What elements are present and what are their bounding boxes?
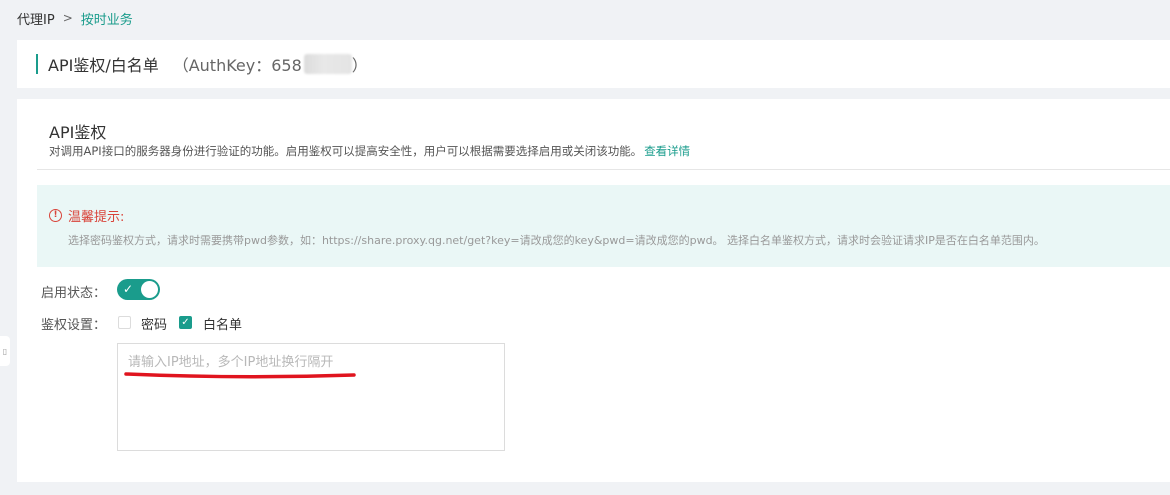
whitelist-checkbox-label[interactable]: 白名单 <box>203 314 242 333</box>
whitelist-checkbox[interactable]: ✓ <box>179 316 192 329</box>
breadcrumb: 代理IP > 按时业务 <box>17 9 133 28</box>
check-icon: ✓ <box>123 282 134 296</box>
section-title: API鉴权 <box>49 123 107 142</box>
tip-title: ! 温馨提示: <box>49 206 124 225</box>
breadcrumb-root-link[interactable]: 代理IP <box>17 9 55 28</box>
status-label: 启用状态： <box>41 286 107 301</box>
tip-text: 选择密码鉴权方式，请求时需要携带pwd参数，如：https://share.pr… <box>68 234 1045 247</box>
breadcrumb-separator: > <box>62 11 73 25</box>
password-checkbox-label[interactable]: 密码 <box>141 314 167 333</box>
page-title: API鉴权/白名单 <box>48 56 159 75</box>
tip-title-text: 温馨提示: <box>68 210 125 225</box>
view-details-link[interactable]: 查看详情 <box>644 144 690 158</box>
authkey-prefix: （AuthKey：658 <box>172 56 302 75</box>
red-underline-annotation <box>124 372 356 379</box>
breadcrumb-current[interactable]: 按时业务 <box>81 9 133 28</box>
status-toggle[interactable]: ✓ <box>117 279 160 300</box>
header-card: API鉴权/白名单 （AuthKey：658 ） <box>17 40 1170 88</box>
section-description: 对调用API接口的服务器身份进行验证的功能。启用鉴权可以提高安全性，用户可以根据… <box>49 143 690 159</box>
collapse-icon: ▯ <box>2 346 8 356</box>
auth-settings-label: 鉴权设置： <box>41 318 107 333</box>
tip-box: ! 温馨提示: 选择密码鉴权方式，请求时需要携带pwd参数，如：https://… <box>37 185 1170 267</box>
section-description-text: 对调用API接口的服务器身份进行验证的功能。启用鉴权可以提高安全性，用户可以根据… <box>49 144 643 158</box>
password-checkbox[interactable] <box>118 316 131 329</box>
alert-circle-icon: ! <box>49 209 62 222</box>
page: 代理IP > 按时业务 API鉴权/白名单 （AuthKey：658 ） API… <box>0 0 1170 495</box>
title-accent-bar <box>36 54 38 74</box>
authkey-redacted <box>303 54 352 74</box>
divider <box>37 169 1170 170</box>
toggle-knob <box>141 281 158 298</box>
side-collapse-tab[interactable]: ▯ <box>0 336 10 366</box>
authkey-suffix: ） <box>351 56 368 75</box>
ip-whitelist-input[interactable] <box>117 343 505 451</box>
authkey-display: （AuthKey：658 ） <box>173 52 368 76</box>
api-auth-card: API鉴权 对调用API接口的服务器身份进行验证的功能。启用鉴权可以提高安全性，… <box>17 99 1170 482</box>
